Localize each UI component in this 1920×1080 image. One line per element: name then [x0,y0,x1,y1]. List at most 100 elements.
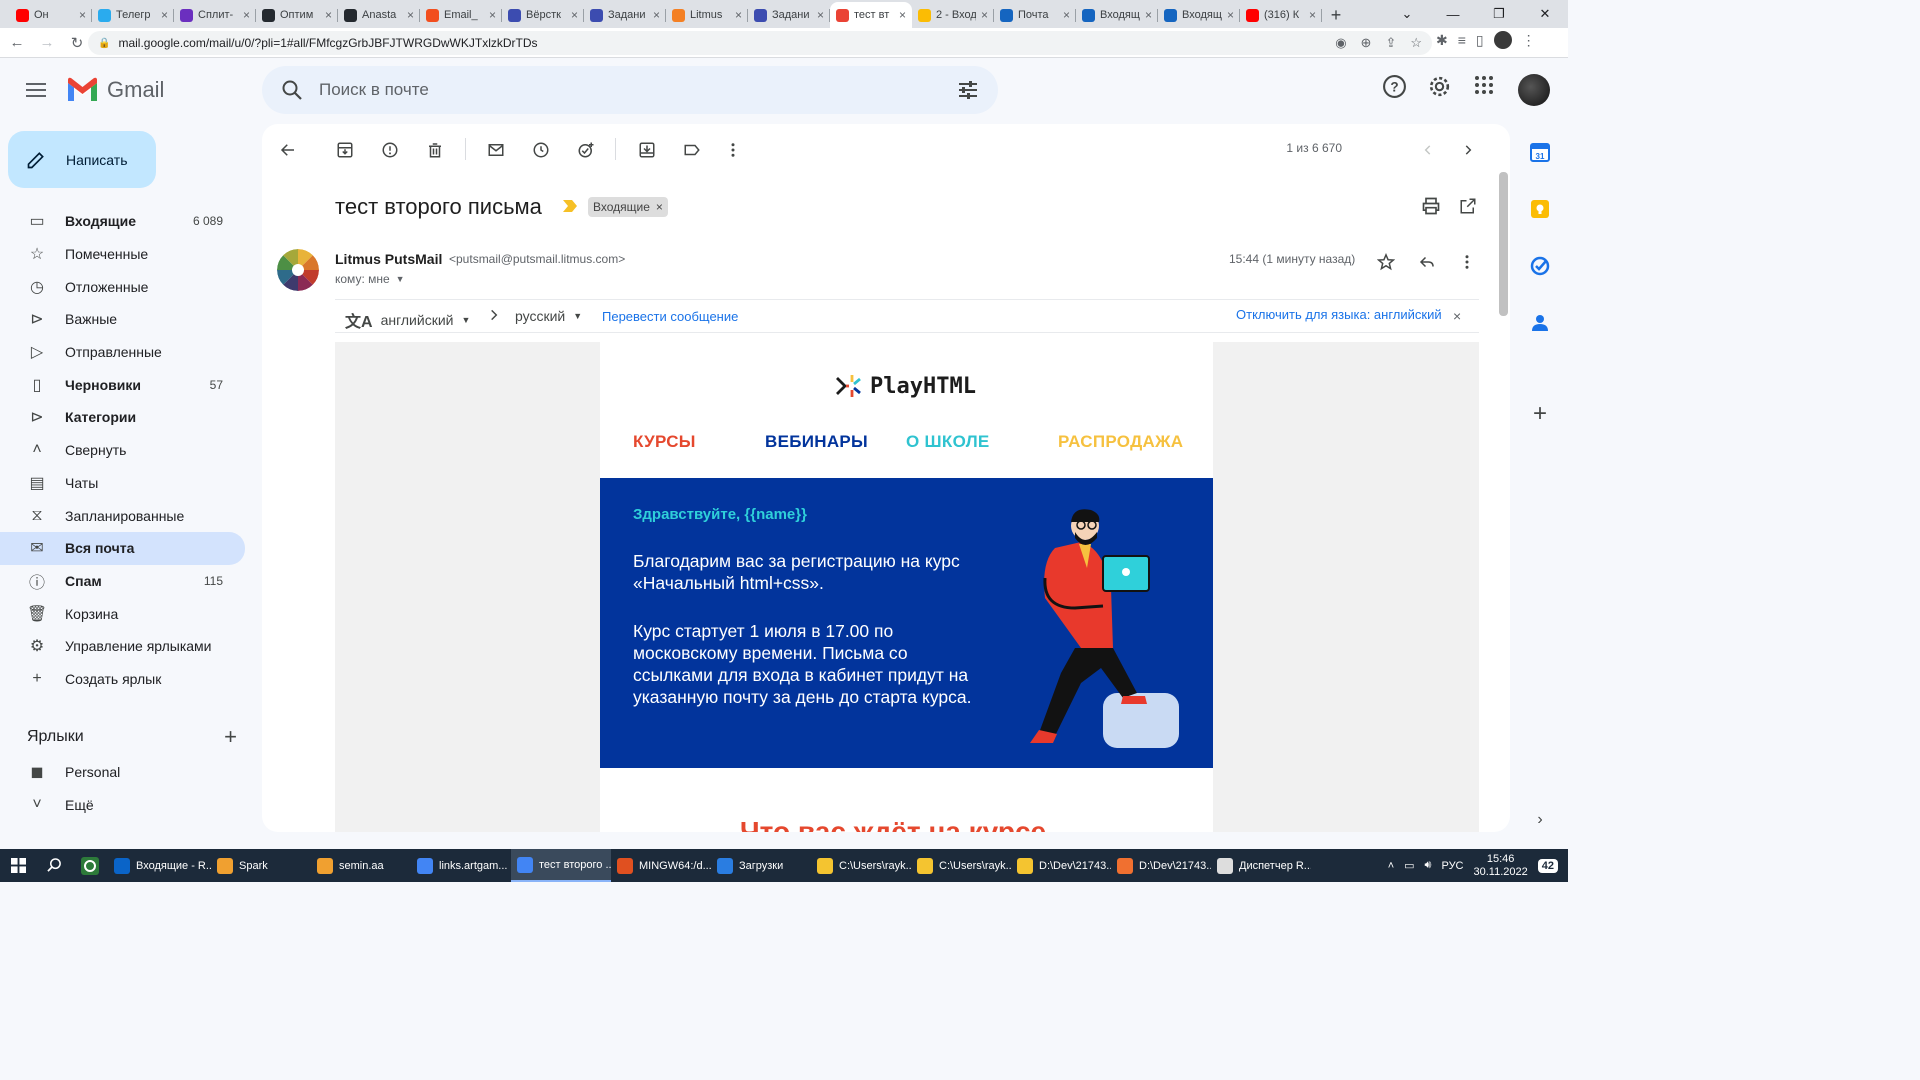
archive-icon[interactable] [333,138,357,162]
label-as-icon[interactable] [680,138,704,162]
volume-icon[interactable]: 🔊︎ [1425,859,1432,872]
message-scrollbar[interactable] [1496,124,1510,832]
scroll-thumb[interactable] [1499,172,1508,316]
new-tab-button[interactable]: + [1322,2,1350,28]
search-input[interactable] [319,76,919,104]
sidebar-item[interactable]: ▯ Черновики 57 [0,368,245,401]
get-addons-plus-icon[interactable]: + [1530,400,1550,427]
input-language[interactable]: РУС [1441,860,1463,872]
playhtml-logo[interactable]: PlayHTML [834,372,976,400]
taskbar-app[interactable]: semin.aa [311,849,411,882]
sidebar-item[interactable]: ▭ Входящие 6 089 [0,205,245,238]
taskbar-app[interactable]: C:\Users\rayk... [811,849,911,882]
clock[interactable]: 15:46 30.11.2022 [1474,853,1528,879]
tab-close-icon[interactable]: × [981,8,988,22]
taskbar-app[interactable]: D:\Dev\21743... [1011,849,1111,882]
tab-close-icon[interactable]: × [817,8,824,22]
tab-close-icon[interactable]: × [489,8,496,22]
menu-about[interactable]: О ШКОЛЕ [906,432,990,452]
tab-close-icon[interactable]: × [571,8,578,22]
tab-close-icon[interactable]: × [325,8,332,22]
calendar-icon[interactable]: 31 [1530,142,1550,162]
mark-unread-icon[interactable] [484,138,508,162]
tab-close-icon[interactable]: × [161,8,168,22]
sidebar-item[interactable]: ☆ Помеченные [0,238,245,271]
share-icon[interactable]: ⇪ [1385,35,1396,51]
tray-chevron-icon[interactable]: ˄ [1388,860,1394,872]
search-icon[interactable] [280,78,304,102]
notifications-badge[interactable]: 42 [1537,858,1558,873]
profile-avatar[interactable] [1493,31,1512,49]
message-more-icon[interactable] [1455,250,1479,274]
sidebar-item[interactable]: ▷ Отправленные [0,336,245,369]
move-to-icon[interactable] [635,138,659,162]
close-translate-icon[interactable]: × [1453,308,1461,324]
sidebar-item[interactable]: ˄ Свернуть [0,434,245,467]
show-side-panel-chevron-icon[interactable]: › [1530,810,1550,830]
reading-list-icon[interactable]: ≡ [1458,32,1466,48]
tab-close-icon[interactable]: × [1227,8,1234,22]
sidebar-item[interactable]: ⚙ Управление ярлыками [0,630,245,663]
browser-tab[interactable]: Телегр × [92,2,174,28]
maximize-button[interactable]: ❐ [1476,0,1522,28]
star-icon[interactable] [1374,250,1398,274]
browser-tab[interactable]: Задани × [748,2,830,28]
reload-icon[interactable]: ↻ [64,34,90,52]
snooze-icon[interactable] [529,138,553,162]
extensions-icon[interactable]: ✱ [1436,32,1448,49]
sidebar-item[interactable]: ◷ Отложенные [0,270,245,303]
taskbar-app[interactable]: D:\Dev\21743... [1111,849,1211,882]
label-item[interactable]: ˅ Ещё [0,789,245,822]
side-panel-icon[interactable]: ▯ [1476,32,1484,49]
sidebar-item[interactable]: ⊳ Категории [0,401,245,434]
browser-tab[interactable]: Входящ × [1158,2,1240,28]
browser-tab[interactable]: Сплит- × [174,2,256,28]
browser-tab[interactable]: тест вт × [830,2,912,28]
sidebar-item[interactable]: 🗑︎ Корзина [0,597,245,630]
network-icon[interactable]: ▭ [1404,859,1414,872]
add-to-tasks-icon[interactable] [574,138,598,162]
back-to-list-icon[interactable] [276,138,300,162]
tab-close-icon[interactable]: × [653,8,660,22]
delete-icon[interactable] [423,138,447,162]
close-window-button[interactable]: ✕ [1522,0,1568,28]
translate-message-link[interactable]: Перевести сообщение [602,309,738,324]
recipient-toggle[interactable]: кому: мне ▼ [335,272,405,286]
zoom-icon[interactable]: ⊕ [1361,35,1372,51]
taskbar-app[interactable]: Загрузки [711,849,811,882]
tab-close-icon[interactable]: × [79,8,86,22]
contacts-icon[interactable] [1530,313,1550,333]
sidebar-item[interactable]: ✉ Вся почта [0,531,245,565]
browser-tab[interactable]: Litmus × [666,2,748,28]
tab-close-icon[interactable]: × [407,8,414,22]
sidebar-item[interactable]: ▤ Чаты [0,467,245,500]
label-item[interactable]: ◼ Personal [0,756,245,789]
source-language-select[interactable]: 文A английский ▼ [345,308,470,332]
taskbar-app-icon[interactable] [72,849,108,882]
print-icon[interactable] [1419,194,1443,218]
bookmark-star-icon[interactable]: ☆ [1410,35,1422,51]
gmail-logo[interactable]: Gmail [66,77,164,103]
sidebar-item[interactable]: ⧖ Запланированные [0,499,245,532]
tab-close-icon[interactable]: × [735,8,742,22]
tab-close-icon[interactable]: × [899,8,906,22]
taskbar-app[interactable]: MINGW64:/d... [611,849,711,882]
sender-avatar[interactable] [277,249,319,291]
eye-icon[interactable]: ◉ [1335,35,1346,51]
tab-close-icon[interactable]: × [243,8,250,22]
main-menu-icon[interactable] [24,80,48,100]
taskbar-app[interactable]: Диспетчер R... [1211,849,1311,882]
browser-tab[interactable]: Входящ × [1076,2,1158,28]
keep-icon[interactable] [1530,199,1550,219]
forward-icon[interactable]: → [34,34,60,51]
browser-tab[interactable]: Оптим × [256,2,338,28]
settings-gear-icon[interactable] [1427,74,1452,99]
report-spam-icon[interactable] [378,138,402,162]
taskbar-app[interactable]: тест второго ... [511,849,611,882]
tab-close-icon[interactable]: × [1145,8,1152,22]
menu-webinars[interactable]: ВЕБИНАРЫ [765,432,868,452]
browser-tab[interactable]: Задани × [584,2,666,28]
target-language-select[interactable]: русский ▼ [515,308,582,324]
back-icon[interactable]: ← [4,34,30,51]
sender-name[interactable]: Litmus PutsMail [335,251,442,267]
